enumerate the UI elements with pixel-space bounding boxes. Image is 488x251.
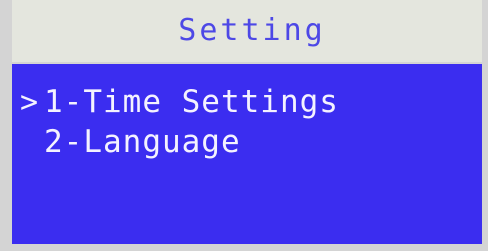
selection-cursor-icon: > — [20, 84, 40, 120]
menu-item-label: 1-Time Settings — [44, 84, 339, 120]
lcd-bezel: Setting > 1-Time Settings 2-Language — [0, 0, 488, 251]
menu-item-language[interactable]: 2-Language — [20, 122, 339, 162]
screen-title: Setting — [178, 12, 326, 48]
settings-menu: > 1-Time Settings 2-Language — [20, 82, 339, 162]
title-bar: Setting — [12, 0, 482, 62]
menu-item-label: 2-Language — [44, 124, 241, 160]
lcd-screen: > 1-Time Settings 2-Language — [12, 64, 482, 244]
menu-item-time-settings[interactable]: > 1-Time Settings — [20, 82, 339, 122]
